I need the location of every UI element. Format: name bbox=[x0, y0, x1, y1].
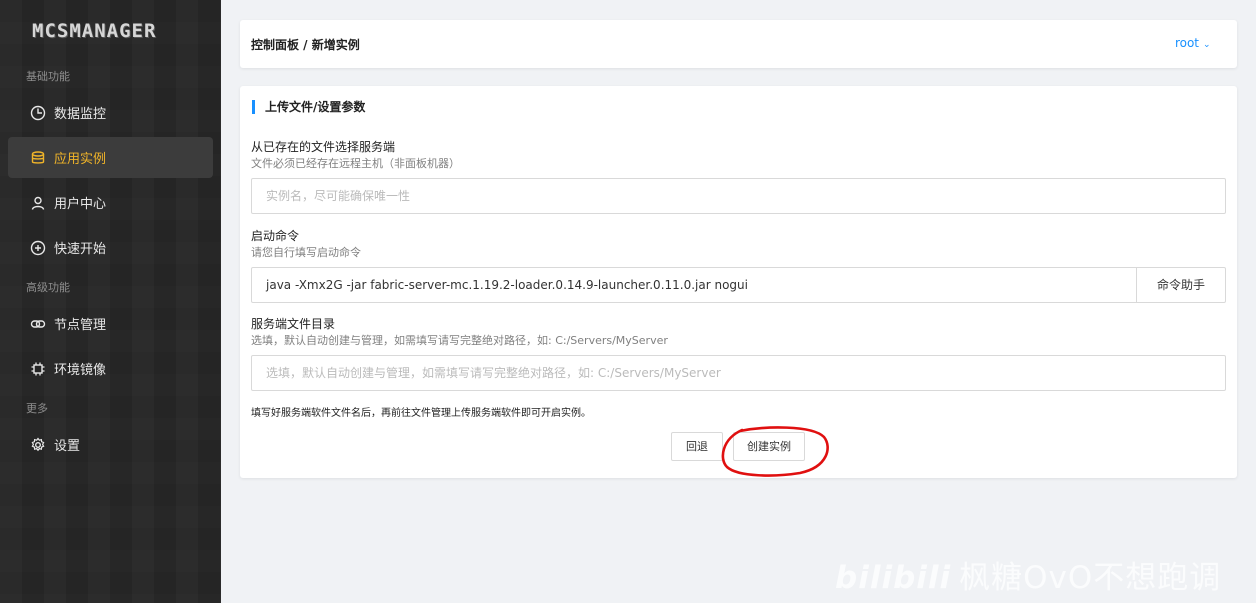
group-label-advanced: 高级功能 bbox=[26, 281, 70, 294]
sidebar-item-label: 用户中心 bbox=[54, 197, 107, 212]
server-file-label: 从已存在的文件选择服务端 bbox=[251, 140, 396, 154]
sidebar-item-monitor[interactable]: 数据监控 bbox=[8, 92, 213, 133]
database-icon bbox=[30, 150, 46, 166]
user-menu[interactable]: root ⌄ bbox=[1175, 36, 1215, 50]
app-logo: MCSMANAGER bbox=[32, 20, 157, 42]
gear-icon bbox=[30, 437, 46, 453]
group-label-more: 更多 bbox=[26, 402, 48, 415]
sidebar-item-users[interactable]: 用户中心 bbox=[8, 182, 213, 223]
chip-icon bbox=[30, 361, 46, 377]
create-instance-card: 上传文件/设置参数 从已存在的文件选择服务端 文件必须已经存在远程主机（非面板机… bbox=[240, 86, 1237, 478]
sidebar: MCSMANAGER 基础功能 数据监控 应用实例 用户中心 快速开始 高级功能… bbox=[0, 0, 221, 603]
sidebar-item-label: 数据监控 bbox=[54, 107, 107, 122]
server-dir-label: 服务端文件目录 bbox=[251, 317, 336, 331]
chevron-down-icon: ⌄ bbox=[1203, 40, 1211, 50]
link-icon bbox=[30, 316, 46, 332]
start-command-input[interactable]: java -Xmx2G -jar fabric-server-mc.1.19.2… bbox=[251, 267, 1137, 303]
user-icon bbox=[30, 195, 46, 211]
sidebar-item-nodes[interactable]: 节点管理 bbox=[8, 303, 213, 344]
sidebar-item-label: 快速开始 bbox=[54, 242, 107, 257]
bilibili-logo: bilibili bbox=[835, 560, 952, 596]
sidebar-item-label: 设置 bbox=[54, 439, 81, 454]
server-dir-input[interactable]: 选填，默认自动创建与管理，如需填写请写完整绝对路径，如: C:/Servers/… bbox=[251, 355, 1226, 391]
server-dir-hint: 选填，默认自动创建与管理，如需填写请写完整绝对路径，如: C:/Servers/… bbox=[251, 334, 668, 347]
username: root bbox=[1174, 36, 1199, 50]
page-header: 控制面板 / 新增实例 root ⌄ bbox=[240, 20, 1237, 68]
sidebar-item-label: 节点管理 bbox=[54, 318, 107, 333]
server-file-hint: 文件必须已经存在远程主机（非面板机器） bbox=[251, 157, 460, 170]
dashboard-icon bbox=[30, 105, 46, 121]
instance-name-input[interactable]: 实例名，尽可能确保唯一性 bbox=[251, 178, 1226, 214]
start-command-label: 启动命令 bbox=[251, 229, 300, 243]
sidebar-item-quickstart[interactable]: 快速开始 bbox=[8, 227, 213, 268]
sidebar-item-images[interactable]: 环境镜像 bbox=[8, 348, 213, 389]
start-command-hint: 请您自行填写启动命令 bbox=[251, 246, 361, 259]
breadcrumb: 控制面板 / 新增实例 bbox=[251, 38, 360, 52]
section-title: 上传文件/设置参数 bbox=[252, 100, 365, 114]
upload-note: 填写好服务端软件文件名后，再前往文件管理上传服务端软件即可开启实例。 bbox=[251, 408, 591, 419]
group-label-basic: 基础功能 bbox=[26, 70, 70, 83]
plus-circle-icon bbox=[30, 240, 46, 256]
sidebar-item-instances[interactable]: 应用实例 bbox=[8, 137, 213, 178]
command-helper-button[interactable]: 命令助手 bbox=[1136, 267, 1226, 303]
sidebar-item-settings[interactable]: 设置 bbox=[8, 424, 213, 465]
sidebar-item-label: 应用实例 bbox=[54, 152, 107, 167]
watermark: bilibili 枫糖OvO不想跑调 bbox=[835, 552, 1221, 597]
back-button[interactable]: 回退 bbox=[671, 432, 723, 461]
create-instance-button[interactable]: 创建实例 bbox=[733, 432, 805, 461]
sidebar-item-label: 环境镜像 bbox=[54, 363, 107, 378]
watermark-author: 枫糖OvO不想跑调 bbox=[959, 560, 1222, 596]
